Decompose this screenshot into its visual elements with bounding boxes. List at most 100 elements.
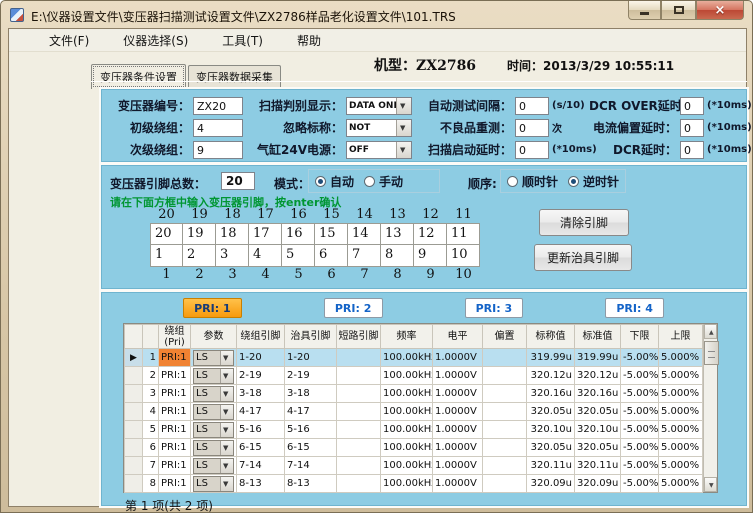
table-row[interactable]: 5 PRI:1 LS 5-16 5-16 <box>125 421 703 439</box>
param-cell[interactable]: LS <box>191 403 237 421</box>
fixture-pins-cell[interactable]: 5-16 <box>285 421 337 439</box>
lower-limit-cell[interactable]: -5.00% <box>621 475 659 493</box>
level-cell[interactable]: 1.0000V <box>433 439 483 457</box>
nominal-cell[interactable]: 320.05u <box>527 439 575 457</box>
fixture-pins-cell[interactable]: 1-20 <box>285 349 337 367</box>
update-fixture-pins-button[interactable]: 更新治具引脚 <box>534 244 632 271</box>
pri-tab[interactable]: PRI: 3 <box>465 298 524 318</box>
param-dropdown[interactable]: LS <box>193 368 234 384</box>
pin-input[interactable]: 11 <box>447 223 480 245</box>
nominal-cell[interactable]: 320.12u <box>527 367 575 385</box>
winding-pins-cell[interactable]: 3-18 <box>237 385 285 403</box>
text-input[interactable]: 0 <box>680 119 704 137</box>
winding-cell[interactable]: PRI:1 <box>159 367 191 385</box>
frequency-cell[interactable]: 100.00kHz <box>381 385 433 403</box>
chevron-down-icon[interactable] <box>396 120 411 136</box>
param-cell[interactable]: LS <box>191 457 237 475</box>
short-pins-cell[interactable] <box>337 403 381 421</box>
lower-limit-cell[interactable]: -5.00% <box>621 421 659 439</box>
param-cell[interactable]: LS <box>191 349 237 367</box>
radio-option[interactable]: 手动 <box>364 173 403 190</box>
fixture-pins-cell[interactable]: 8-13 <box>285 475 337 493</box>
lower-limit-cell[interactable]: -5.00% <box>621 439 659 457</box>
standard-cell[interactable]: 319.99u <box>575 349 621 367</box>
nominal-cell[interactable]: 320.11u <box>527 457 575 475</box>
menu-item[interactable]: 仪器选择(S) <box>113 29 198 52</box>
standard-cell[interactable]: 320.05u <box>575 439 621 457</box>
frequency-cell[interactable]: 100.00kHz <box>381 403 433 421</box>
bias-cell[interactable] <box>483 457 527 475</box>
param-dropdown[interactable]: LS <box>193 422 234 438</box>
frequency-cell[interactable]: 100.00kHz <box>381 349 433 367</box>
winding-pins-cell[interactable]: 1-20 <box>237 349 285 367</box>
bias-cell[interactable] <box>483 421 527 439</box>
row-selector-cell[interactable] <box>125 385 143 403</box>
winding-cell[interactable]: PRI:1 <box>159 421 191 439</box>
lower-limit-cell[interactable]: -5.00% <box>621 457 659 475</box>
pin-input[interactable]: 15 <box>315 223 348 245</box>
radio-option[interactable]: 逆时针 <box>568 173 619 190</box>
fixture-pins-cell[interactable]: 6-15 <box>285 439 337 457</box>
winding-cell[interactable]: PRI:1 <box>159 385 191 403</box>
short-pins-cell[interactable] <box>337 385 381 403</box>
radio-option[interactable]: 自动 <box>315 173 354 190</box>
row-selector-cell[interactable] <box>125 403 143 421</box>
param-cell[interactable]: LS <box>191 475 237 493</box>
upper-limit-cell[interactable]: 5.000% <box>659 475 703 493</box>
winding-pins-cell[interactable]: 8-13 <box>237 475 285 493</box>
row-selector-cell[interactable] <box>125 439 143 457</box>
fixture-pins-cell[interactable]: 2-19 <box>285 367 337 385</box>
standard-cell[interactable]: 320.11u <box>575 457 621 475</box>
radio-option[interactable]: 顺时针 <box>507 173 558 190</box>
winding-cell[interactable]: PRI:1 <box>159 349 191 367</box>
upper-limit-cell[interactable]: 5.000% <box>659 367 703 385</box>
clear-pins-button[interactable]: 清除引脚 <box>539 209 629 236</box>
chevron-down-icon[interactable] <box>220 351 233 365</box>
chevron-down-icon[interactable] <box>396 98 411 114</box>
pin-input[interactable]: 6 <box>315 245 348 267</box>
short-pins-cell[interactable] <box>337 457 381 475</box>
close-button[interactable]: × <box>696 1 744 20</box>
chevron-down-icon[interactable] <box>220 369 233 383</box>
frequency-cell[interactable]: 100.00kHz <box>381 457 433 475</box>
pin-input[interactable]: 20 <box>150 223 183 245</box>
pin-input[interactable]: 8 <box>381 245 414 267</box>
short-pins-cell[interactable] <box>337 439 381 457</box>
menu-item[interactable]: 帮助 <box>287 29 331 52</box>
pin-input[interactable]: 13 <box>381 223 414 245</box>
param-dropdown[interactable]: LS <box>193 476 234 492</box>
lower-limit-cell[interactable]: -5.00% <box>621 403 659 421</box>
level-cell[interactable]: 1.0000V <box>433 457 483 475</box>
pin-input[interactable]: 19 <box>183 223 216 245</box>
nominal-cell[interactable]: 319.99u <box>527 349 575 367</box>
winding-cell[interactable]: PRI:1 <box>159 439 191 457</box>
dropdown[interactable]: OFF <box>346 141 412 159</box>
dropdown[interactable]: NOT <box>346 119 412 137</box>
pin-input[interactable]: 10 <box>447 245 480 267</box>
row-selector-cell[interactable] <box>125 367 143 385</box>
level-cell[interactable]: 1.0000V <box>433 349 483 367</box>
table-row[interactable]: 8 PRI:1 LS 8-13 8-13 <box>125 475 703 493</box>
standard-cell[interactable]: 320.10u <box>575 421 621 439</box>
frequency-cell[interactable]: 100.00kHz <box>381 421 433 439</box>
scrollbar-track[interactable] <box>704 339 717 477</box>
text-input[interactable]: 4 <box>193 119 243 137</box>
pin-input[interactable]: 2 <box>183 245 216 267</box>
pin-input[interactable]: 3 <box>216 245 249 267</box>
fixture-pins-cell[interactable]: 3-18 <box>285 385 337 403</box>
row-selector-cell[interactable]: ▶ <box>125 349 143 367</box>
scroll-down-arrow-icon[interactable] <box>704 477 717 492</box>
pri-tab[interactable]: PRI: 4 <box>605 298 664 318</box>
dropdown[interactable]: DATA ONLY <box>346 97 412 115</box>
winding-pins-cell[interactable]: 7-14 <box>237 457 285 475</box>
pin-input[interactable]: 1 <box>150 245 183 267</box>
level-cell[interactable]: 1.0000V <box>433 385 483 403</box>
standard-cell[interactable]: 320.16u <box>575 385 621 403</box>
pin-input[interactable]: 7 <box>348 245 381 267</box>
window-titlebar[interactable]: E:\仪器设置文件\变压器扫描测试设置文件\ZX2786样品老化设置文件\101… <box>1 1 752 29</box>
text-input[interactable]: 0 <box>680 141 704 159</box>
bias-cell[interactable] <box>483 403 527 421</box>
bias-cell[interactable] <box>483 385 527 403</box>
upper-limit-cell[interactable]: 5.000% <box>659 457 703 475</box>
row-selector-cell[interactable] <box>125 457 143 475</box>
